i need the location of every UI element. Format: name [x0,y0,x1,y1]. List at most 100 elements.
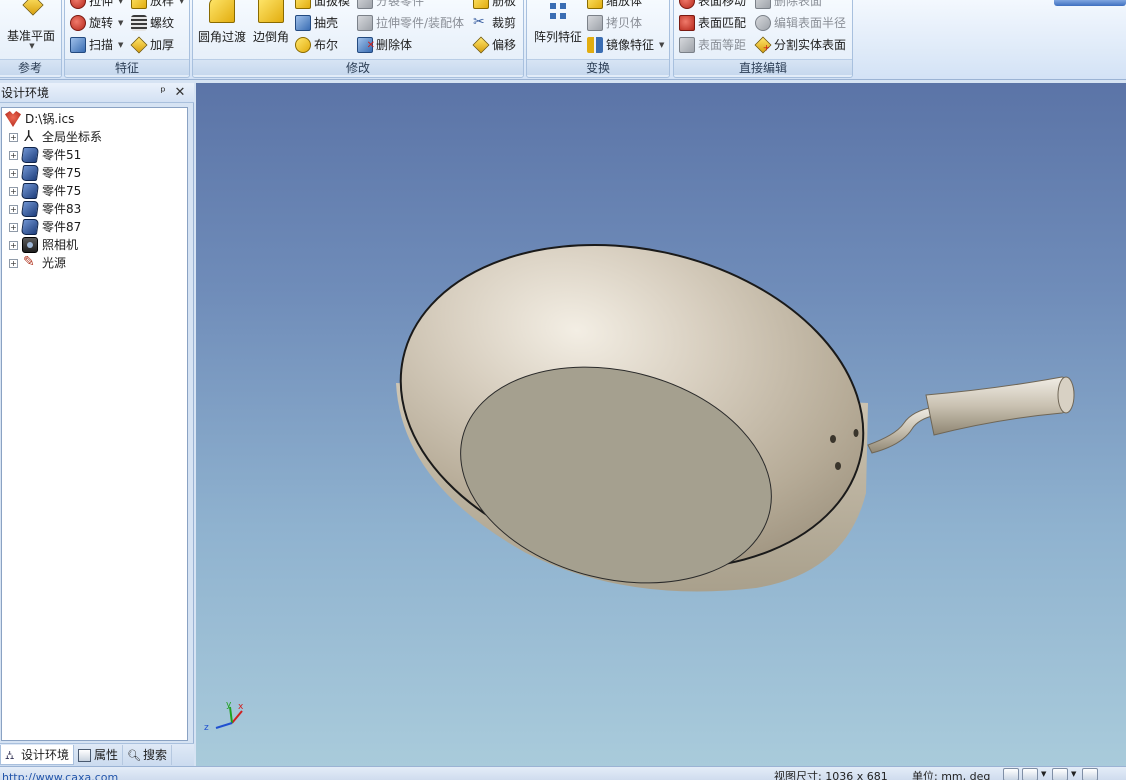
pull-part-assembly-button[interactable]: 拉伸零件/装配体 [357,13,464,33]
part-icon [20,183,40,199]
offset-icon [472,36,490,54]
tree-item-light[interactable]: + 光源 [2,253,67,272]
expand-icon[interactable]: + [9,150,18,160]
copy-body-button[interactable]: 拷贝体 [587,13,642,33]
pin-icon[interactable]: ᵖ [155,84,171,102]
rib-button[interactable]: 筋板 [473,0,516,11]
axis-triad: x y z [204,700,244,733]
tree-root[interactable]: D:\锅.ics [2,110,74,128]
tree-item-label: 光源 [42,256,67,270]
chamfer-label: 边倒角 [252,30,289,44]
extrude-button[interactable]: 拉伸 ▼ [70,0,123,11]
pattern-button[interactable]: 阵列特征 [531,0,585,45]
panel-tabs: 设计环境 属性 搜索 [0,743,194,766]
tree-item-part[interactable]: + 零件75 [2,164,81,182]
tree-item-label: 零件87 [42,220,82,234]
shell-button[interactable]: 抽壳 [295,13,338,33]
helix-button[interactable]: 螺纹 [131,13,174,33]
revolve-label: 旋转 [89,16,114,30]
expand-icon[interactable]: + [9,204,18,214]
loft-button[interactable]: 放样 ▼ [131,0,184,11]
chevron-down-icon[interactable]: ▼ [1071,768,1079,780]
scale-body-button[interactable]: 缩放体 [587,0,642,11]
snap-icon[interactable] [1003,768,1019,780]
units-text: 单位: mm, deg [912,770,991,780]
thicken-button[interactable]: 加厚 [130,35,174,55]
tree-item-part[interactable]: + 零件51 [2,146,81,164]
scale-body-icon [587,0,603,9]
tree-root-label: D:\锅.ics [25,112,75,126]
pan-handle-grip [925,376,1075,436]
expand-icon[interactable]: + [9,186,18,196]
part-icon [20,201,40,217]
extrude-icon [70,0,86,9]
panel-title: 设计环境 [1,86,50,100]
tree-item-camera[interactable]: + 照相机 [2,236,78,254]
sweep-button[interactable]: 扫描 ▼ [70,35,123,55]
match-face-label: 表面匹配 [698,16,747,30]
expand-icon[interactable]: + [9,222,18,232]
rivet-hole [853,429,859,437]
boolean-button[interactable]: 布尔 [295,35,338,55]
chamfer-button[interactable]: 边倒角 [249,0,293,45]
fillet-button[interactable]: 圆角过渡 [197,0,247,45]
offset-button[interactable]: 偏移 [472,35,516,55]
delete-face-button[interactable]: 删除表面 [755,0,822,11]
view-mode-icon[interactable] [1052,768,1068,780]
part-icon [20,219,40,235]
face-draft-button[interactable]: 面拔模 [295,0,350,11]
ribbon-group-transform: 阵列特征 缩放体 拷贝体 镜像特征 ▼ 变换 [526,0,670,78]
tree-item-global-coordinate[interactable]: + 全局坐标系 [2,127,102,146]
3d-viewport[interactable]: x y z [196,83,1126,766]
delete-body-icon [357,36,375,56]
shell-label: 抽壳 [314,16,339,30]
split-part-label: 分裂零件 [376,0,425,8]
delete-body-label: 删除体 [376,38,413,52]
panel-title-bar: 设计环境 ᵖ ✕ [0,83,194,103]
help-button[interactable] [1054,0,1126,6]
render-mode-icon[interactable] [1082,768,1098,780]
face-equidistant-button[interactable]: 表面等距 [679,35,746,55]
expand-icon[interactable]: + [9,258,18,268]
chevron-down-icon[interactable]: ▼ [1041,768,1049,780]
split-part-icon [357,0,373,9]
split-solid-face-button[interactable]: 分割实体表面 [754,35,846,55]
website-link[interactable]: http://www.caxa.com [2,771,118,780]
tree-item-part[interactable]: + 零件83 [2,200,81,218]
pan-handle-connector [867,406,937,454]
chevron-down-icon: ▼ [179,0,185,5]
chevron-down-icon: ▼ [118,19,124,27]
expand-icon[interactable]: + [9,240,18,250]
grid-icon[interactable] [1022,768,1038,780]
pan-handle-end [1057,376,1075,414]
delete-face-icon [755,0,771,9]
tab-design-environment[interactable]: 设计环境 [0,745,75,765]
datum-plane-button[interactable]: 基准平面 ▼ [3,0,59,50]
axis-y-label: y [226,700,232,710]
trim-button[interactable]: 裁剪 [473,12,516,33]
scissors-icon [473,12,489,32]
frying-pan-model[interactable]: x y z [196,83,1126,766]
revolve-button[interactable]: 旋转 ▼ [70,13,123,33]
mirror-icon [587,37,603,53]
face-draft-icon [295,0,311,9]
tree-item-part[interactable]: + 零件75 [2,182,81,200]
chevron-down-icon: ▼ [118,0,124,5]
expand-icon[interactable]: + [9,168,18,178]
edit-face-radius-button[interactable]: 编辑表面半径 [755,13,846,33]
pull-part-icon [357,15,373,31]
match-face-button[interactable]: 表面匹配 [679,13,746,33]
mirror-feature-button[interactable]: 镜像特征 ▼ [587,35,664,55]
thicken-icon [130,36,148,54]
close-icon[interactable]: ✕ [172,84,188,102]
tab-search[interactable]: 搜索 [123,745,173,766]
tab-properties[interactable]: 属性 [74,745,124,765]
split-part-button[interactable]: 分裂零件 [357,0,424,11]
ribbon-group-label: 参考 [0,59,61,75]
move-face-button[interactable]: 表面移动 [679,0,746,11]
tab-label: 设计环境 [21,747,70,762]
ribbon-group-modify: 圆角过渡 边倒角 面拔模 抽壳 布尔 分裂零件 拉伸零件/装配体 删除体 [192,0,524,78]
tree-item-part[interactable]: + 零件87 [2,218,81,236]
delete-body-button[interactable]: 删除体 [357,35,413,56]
expand-icon[interactable]: + [9,132,18,142]
